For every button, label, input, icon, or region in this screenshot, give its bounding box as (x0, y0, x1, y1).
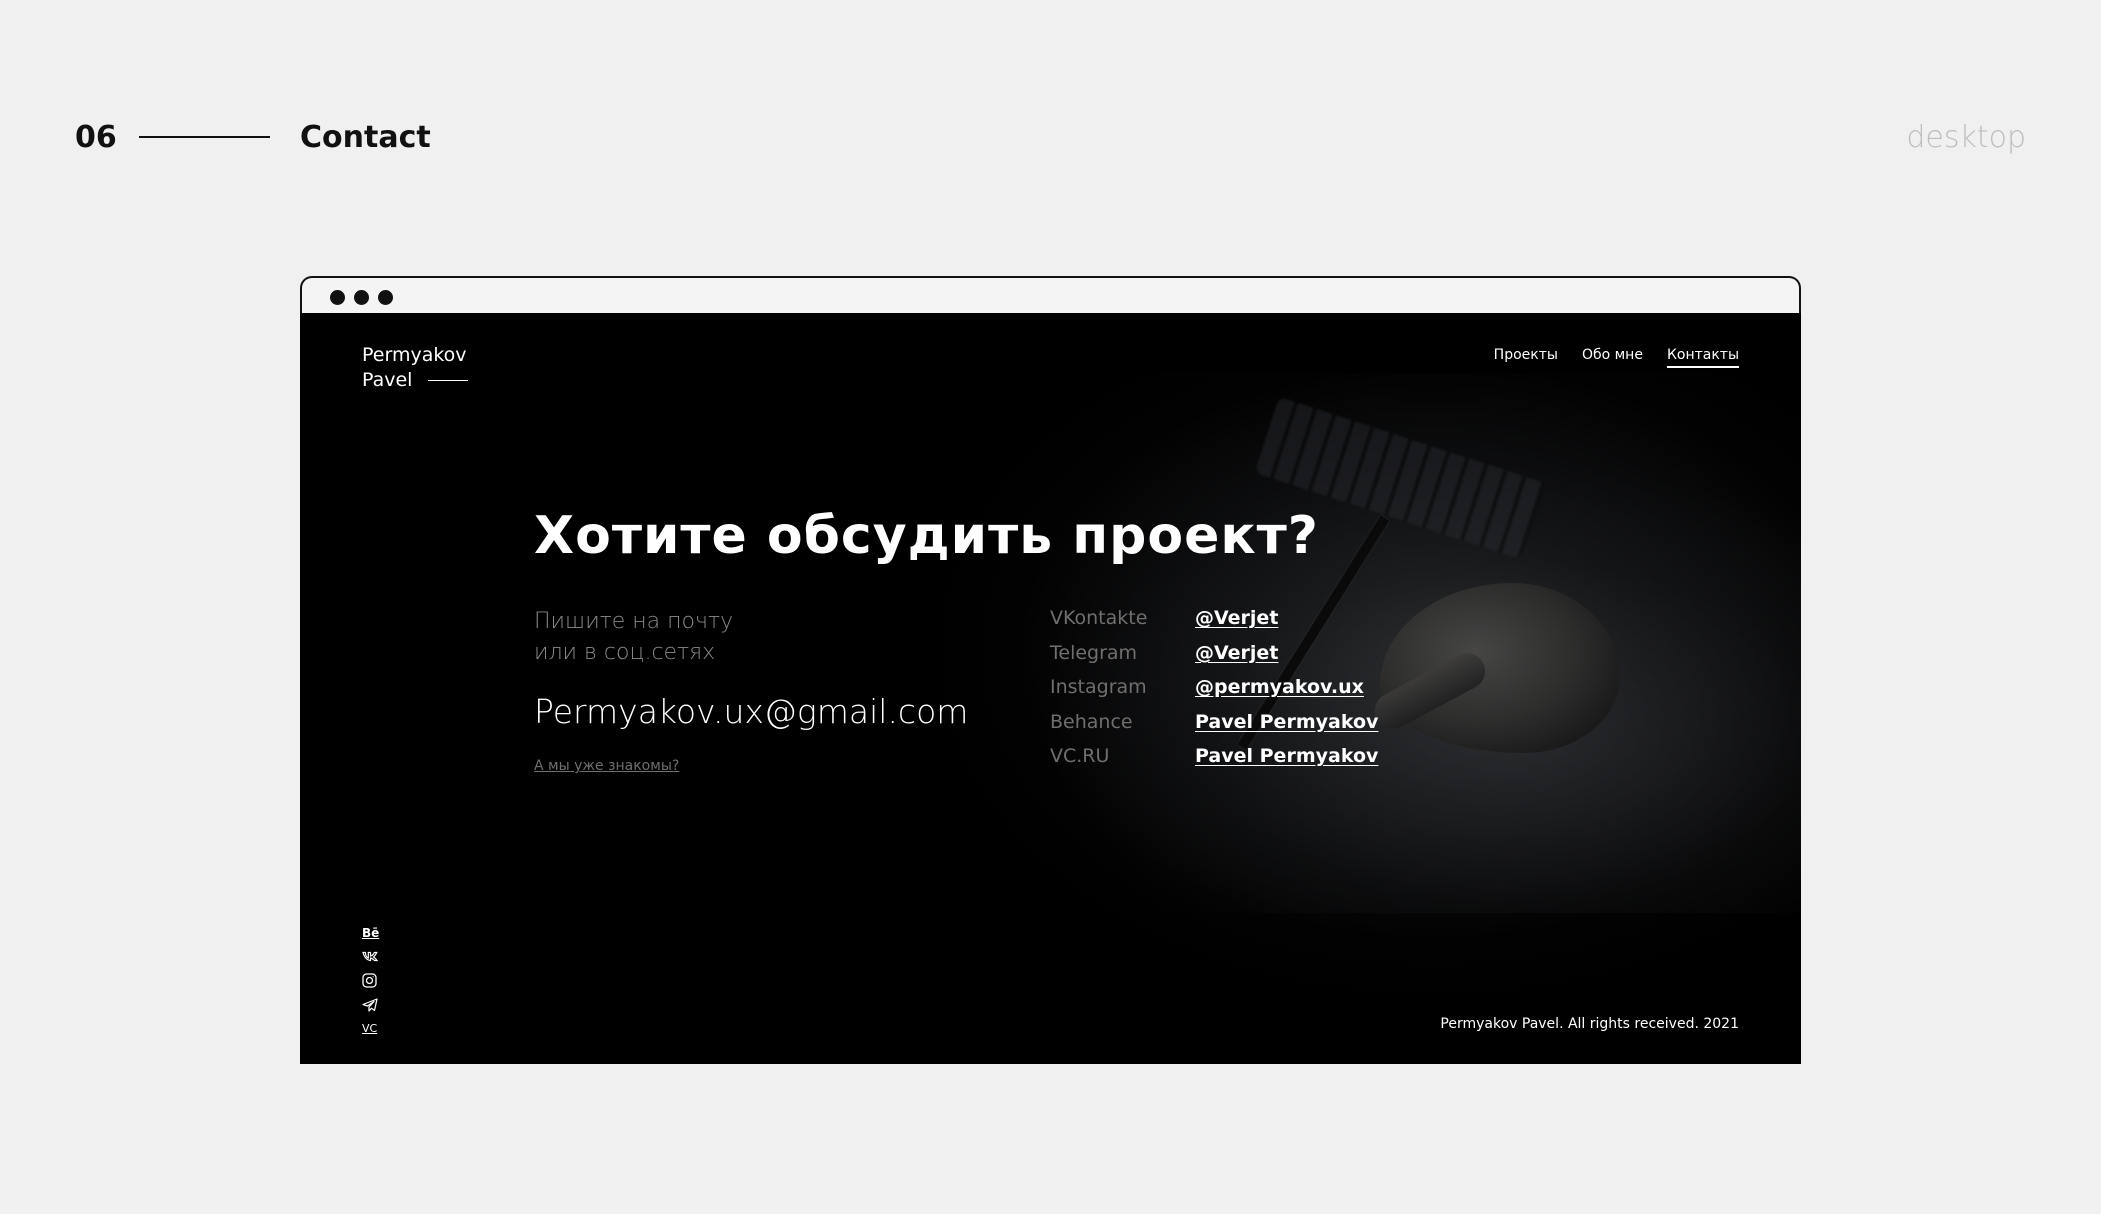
copyright-text: Permyakov Pavel. All rights received. 20… (1440, 1016, 1739, 1032)
logo-line-1: Permyakov (362, 344, 467, 366)
behance-icon[interactable]: Bē (362, 924, 380, 941)
main-nav: Проекты Обо мне Контакты (1494, 347, 1739, 368)
contact-label: VC.RU (1050, 745, 1110, 768)
contact-row-instagram: Instagram @permyakov.ux (1050, 670, 1378, 705)
nav-projects[interactable]: Проекты (1494, 347, 1558, 368)
contact-row-behance: Behance Pavel Permyakov (1050, 705, 1378, 740)
contact-label: Behance (1050, 710, 1133, 733)
nav-contacts[interactable]: Контакты (1666, 347, 1739, 368)
contact-link-vkontakte[interactable]: @Verjet (1195, 607, 1278, 629)
logo-line-2: Pavel (362, 369, 413, 391)
contact-row-vkontakte: VKontakte @Verjet (1050, 601, 1378, 636)
contact-link-vcru[interactable]: Pavel Permyakov (1195, 745, 1378, 767)
nav-about[interactable]: Обо мне (1582, 347, 1643, 368)
window-dot-icon[interactable] (354, 290, 369, 305)
logo-dash (428, 380, 469, 381)
contact-link-telegram[interactable]: @Verjet (1195, 642, 1278, 664)
slide-title: Contact (300, 120, 431, 155)
contact-label: VKontakte (1050, 607, 1148, 630)
contact-row-telegram: Telegram @Verjet (1050, 636, 1378, 671)
contact-label: Telegram (1050, 641, 1138, 664)
site-logo[interactable]: Permyakov Pavel (362, 343, 469, 393)
browser-window: Permyakov Pavel Проекты Обо мне Контакты… (300, 276, 1801, 1064)
telegram-icon[interactable] (362, 996, 380, 1013)
browser-title-bar (300, 276, 1801, 313)
subtitle-line-2: или в соц.сетях (534, 640, 716, 665)
page-headline: Хотите обсудить проект? (534, 506, 1319, 566)
contact-row-vcru: VC.RU Pavel Permyakov (1050, 739, 1378, 774)
instagram-icon[interactable] (362, 972, 380, 989)
slide-divider (139, 136, 270, 138)
window-dot-icon[interactable] (378, 290, 393, 305)
social-icons: Bē VC (362, 924, 380, 1037)
contact-link-behance[interactable]: Pavel Permyakov (1195, 711, 1378, 733)
contacts-list: VKontakte @Verjet Telegram @Verjet Insta… (1050, 601, 1378, 774)
contact-link-instagram[interactable]: @permyakov.ux (1195, 676, 1364, 698)
contact-subtitle: Пишите на почту или в соц.сетях (534, 606, 733, 668)
window-dot-icon[interactable] (330, 290, 345, 305)
subtitle-line-1: Пишите на почту (534, 609, 734, 634)
device-label: desktop (1906, 120, 2026, 155)
email-link[interactable]: Permyakov.ux@gmail.com (534, 691, 968, 733)
vc-icon[interactable]: VC (362, 1020, 380, 1037)
slide-number: 06 (75, 120, 117, 155)
vk-icon[interactable] (362, 948, 380, 965)
already-know-link[interactable]: А мы уже знакомы? (534, 758, 679, 774)
contact-label: Instagram (1050, 676, 1147, 699)
site-viewport: Permyakov Pavel Проекты Обо мне Контакты… (300, 313, 1801, 1064)
